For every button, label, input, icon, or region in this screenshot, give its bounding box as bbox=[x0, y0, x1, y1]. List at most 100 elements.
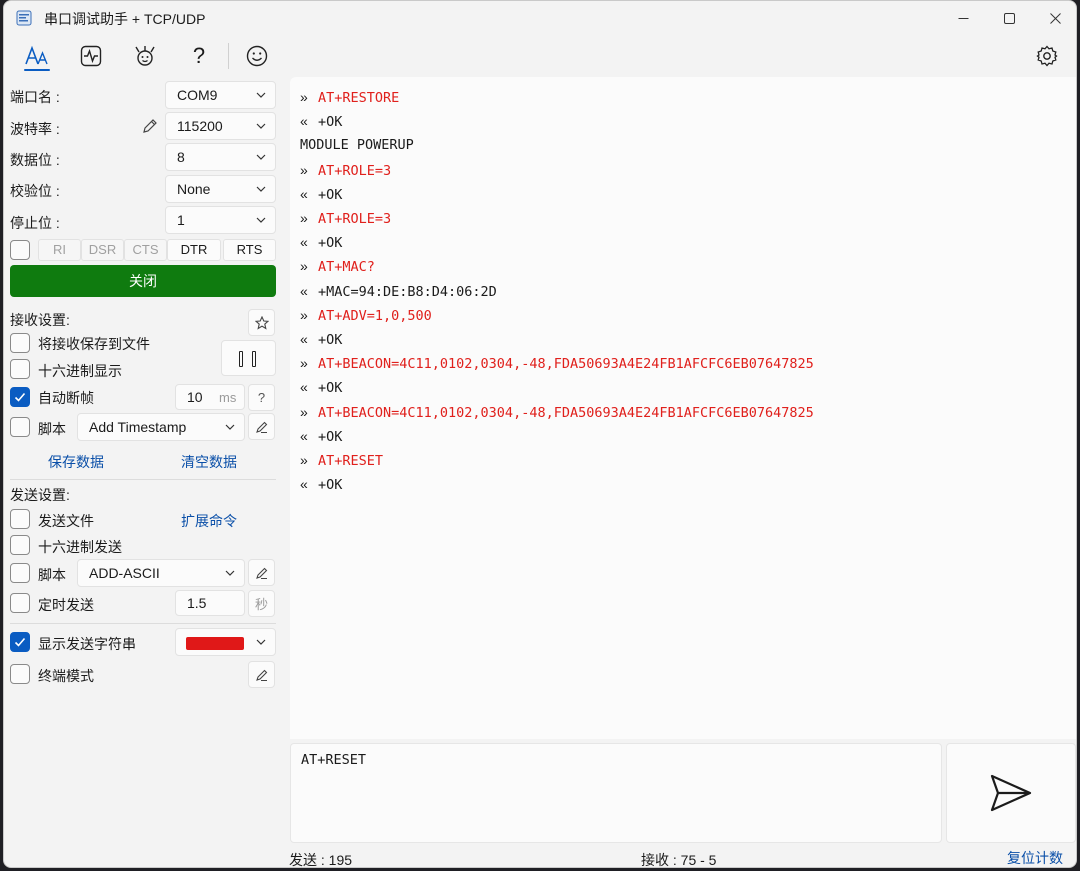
pin-cts: CTS bbox=[124, 239, 167, 261]
maximize-button[interactable] bbox=[986, 1, 1032, 35]
log-line: « +OK bbox=[300, 379, 342, 396]
show-sent-checkbox[interactable] bbox=[10, 632, 30, 652]
terminal-mode-checkbox[interactable] bbox=[10, 664, 30, 684]
pause-icon bbox=[252, 351, 256, 367]
timed-interval-input[interactable]: 1.5 bbox=[175, 590, 245, 616]
favorite-button[interactable] bbox=[248, 309, 275, 336]
receive-log[interactable]: » AT+RESTORE « +OK MODULE POWERUP » AT+ROLE=3 «… bbox=[290, 77, 1076, 739]
log-line: « +OK bbox=[300, 234, 342, 251]
port-select[interactable]: COM9 bbox=[165, 81, 276, 109]
log-text: AT+ROLE=3 bbox=[318, 211, 392, 227]
received-count: 接收 : 75 - 5 bbox=[641, 852, 717, 868]
pins-checkbox[interactable] bbox=[10, 240, 30, 260]
hex-send-checkbox[interactable] bbox=[10, 535, 30, 555]
chevron-down-icon bbox=[256, 186, 266, 192]
settings-button[interactable] bbox=[1032, 41, 1062, 71]
terminal-mode-label: 终端模式 bbox=[38, 668, 94, 684]
settings-icon bbox=[1036, 45, 1058, 67]
stopbits-value: 1 bbox=[177, 212, 185, 228]
frame-help-button[interactable]: ? bbox=[248, 384, 275, 411]
send-button[interactable] bbox=[946, 743, 1076, 843]
frame-timeout-value: 10 bbox=[187, 389, 203, 405]
pause-button[interactable] bbox=[221, 340, 276, 376]
font-button[interactable] bbox=[22, 41, 52, 71]
dtr-toggle[interactable]: DTR bbox=[167, 239, 221, 261]
plugin-button[interactable] bbox=[130, 41, 160, 71]
received-arrow-icon: « bbox=[300, 379, 308, 396]
sent-color-swatch bbox=[186, 637, 244, 650]
rts-toggle[interactable]: RTS bbox=[223, 239, 276, 261]
help-icon: ? bbox=[192, 43, 206, 68]
active-tab-indicator bbox=[24, 69, 50, 71]
chevron-down-icon bbox=[225, 424, 235, 430]
databits-select[interactable]: 8 bbox=[165, 143, 276, 171]
minimize-icon bbox=[958, 17, 968, 19]
received-arrow-icon: « bbox=[300, 282, 308, 299]
sent-arrow-icon: » bbox=[300, 161, 308, 178]
receive-script-value: Add Timestamp bbox=[89, 419, 187, 435]
close-window-button[interactable] bbox=[1032, 1, 1076, 35]
stopbits-select[interactable]: 1 bbox=[165, 206, 276, 234]
log-line: » AT+ROLE=3 bbox=[300, 162, 391, 179]
log-text: +OK bbox=[318, 186, 343, 203]
receive-script-checkbox[interactable] bbox=[10, 417, 30, 437]
app-window: 串口调试助手 + TCP/UDP ? 端口名: COM9 波特率: 1152… bbox=[3, 0, 1077, 868]
chevron-down-icon bbox=[225, 570, 235, 576]
app-icon bbox=[16, 10, 32, 26]
help-button[interactable]: ? bbox=[184, 41, 214, 71]
send-script-select[interactable]: ADD-ASCII bbox=[77, 559, 245, 587]
send-script-value: ADD-ASCII bbox=[89, 565, 160, 581]
parity-select[interactable]: None bbox=[165, 175, 276, 203]
received-arrow-icon: « bbox=[300, 476, 308, 493]
chevron-down-icon bbox=[256, 92, 266, 98]
edit-receive-script-button[interactable] bbox=[248, 413, 275, 440]
edit-terminal-button[interactable] bbox=[248, 661, 275, 688]
sent-arrow-icon: » bbox=[300, 210, 308, 226]
receive-script-label: 脚本 bbox=[38, 421, 66, 437]
timed-send-checkbox[interactable] bbox=[10, 593, 30, 613]
timed-send-label: 定时发送 bbox=[38, 597, 94, 613]
baud-select[interactable]: 115200 bbox=[165, 112, 276, 140]
maximize-icon bbox=[1003, 12, 1015, 24]
received-arrow-icon: « bbox=[300, 185, 308, 202]
save-to-file-label: 将接收保存到文件 bbox=[38, 336, 150, 352]
log-line: » AT+BEACON=4C11,0102,0304,-48,FDA50693A4… bbox=[300, 404, 814, 421]
close-icon bbox=[1049, 12, 1061, 24]
settings-panel: 端口名 : COM9 波特率 : 115200 数据位 : 8 校验位 : No… bbox=[4, 77, 285, 867]
edit-baud-icon[interactable] bbox=[141, 117, 159, 135]
send-input[interactable]: AT+RESET bbox=[290, 743, 942, 843]
save-to-file-checkbox[interactable] bbox=[10, 333, 30, 353]
title-bar: 串口调试助手 + TCP/UDP bbox=[4, 1, 1076, 35]
minimize-button[interactable] bbox=[940, 1, 986, 35]
sent-arrow-icon: » bbox=[300, 258, 308, 275]
log-line: « +OK bbox=[300, 331, 342, 348]
close-port-button[interactable]: 关闭 bbox=[10, 265, 276, 297]
send-script-label: 脚本 bbox=[38, 567, 66, 583]
log-text: +OK bbox=[318, 477, 343, 494]
reset-count-button[interactable]: 复位计数 bbox=[1007, 848, 1063, 867]
auto-frame-checkbox[interactable] bbox=[10, 387, 30, 407]
send-script-checkbox[interactable] bbox=[10, 563, 30, 583]
port-value: COM9 bbox=[177, 87, 218, 103]
hex-display-checkbox[interactable] bbox=[10, 359, 30, 379]
chevron-down-icon bbox=[256, 123, 266, 129]
received-arrow-icon: « bbox=[300, 234, 308, 251]
port-label: 端口名 : bbox=[10, 89, 60, 105]
clear-data-button[interactable]: 清空数据 bbox=[181, 452, 237, 472]
send-file-checkbox[interactable] bbox=[10, 509, 30, 529]
log-line: « +OK bbox=[300, 186, 342, 203]
log-text: AT+MAC? bbox=[318, 259, 375, 276]
receive-script-select[interactable]: Add Timestamp bbox=[77, 413, 245, 441]
feedback-button[interactable] bbox=[242, 41, 272, 71]
log-line: » AT+BEACON=4C11,0102,0304,-48,FDA50693A4… bbox=[300, 355, 814, 372]
star-icon bbox=[254, 315, 269, 330]
toolbar-separator bbox=[228, 43, 229, 69]
extended-commands-button[interactable]: 扩展命令 bbox=[181, 511, 237, 531]
sent-arrow-icon: » bbox=[300, 306, 308, 323]
edit-send-script-button[interactable] bbox=[248, 559, 275, 586]
save-data-button[interactable]: 保存数据 bbox=[48, 452, 104, 472]
timed-interval-value: 1.5 bbox=[187, 595, 207, 611]
log-line: » AT+RESTORE bbox=[300, 89, 399, 106]
received-arrow-icon: « bbox=[300, 113, 308, 130]
waveform-button[interactable] bbox=[76, 41, 106, 71]
